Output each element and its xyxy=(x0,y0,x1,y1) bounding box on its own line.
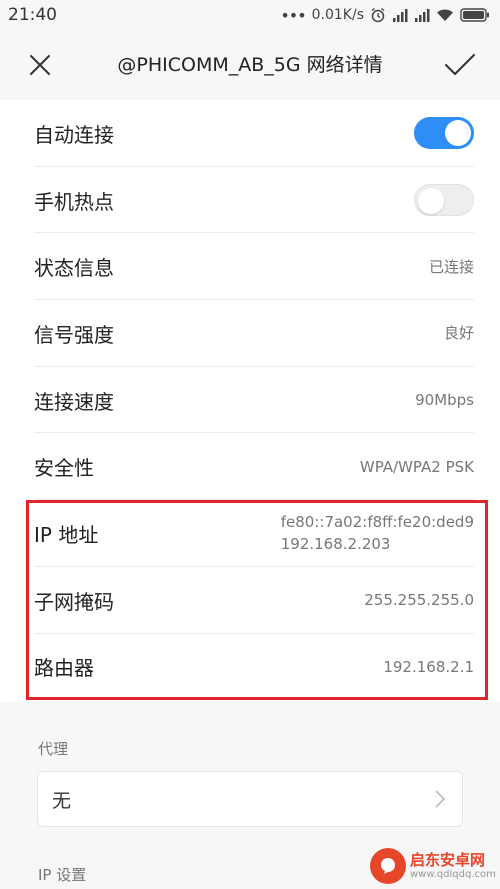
router-value: 192.168.2.1 xyxy=(383,657,474,676)
status-value: 已连接 xyxy=(428,257,474,276)
proxy-value: 无 xyxy=(52,789,72,812)
toggle-knob xyxy=(418,188,444,215)
ipv4-address: 192.168.2.203 xyxy=(280,535,391,554)
toggle-knob xyxy=(445,120,471,147)
check-icon xyxy=(445,54,475,75)
network-details-list: 自动连接 手机热点 状态信息 已连接 信号强度 良好 连接速度 90Mbps 安… xyxy=(0,100,500,701)
security-value: WPA/WPA2 PSK xyxy=(359,457,474,476)
wifi-icon xyxy=(436,8,454,22)
battery-icon xyxy=(460,8,490,22)
ip-address-value: fe80::7a02:f8ff:fe20:ded9 192.168.2.203 xyxy=(281,511,474,555)
auto-connect-toggle[interactable] xyxy=(414,117,474,150)
ipv6-address: fe80::7a02:f8ff:fe20:ded9 xyxy=(280,513,474,532)
subnet-mask-value: 255.255.255.0 xyxy=(364,591,474,610)
watermark-logo-icon xyxy=(370,848,406,884)
title-bar: @PHICOMM_AB_5G 网络详情 xyxy=(0,30,500,100)
row-label: 安全性 xyxy=(34,456,94,481)
row-label: 状态信息 xyxy=(34,256,114,281)
status-time: 21:40 xyxy=(8,5,57,25)
row-label: IP 地址 xyxy=(34,522,99,547)
page-title: @PHICOMM_AB_5G 网络详情 xyxy=(117,54,383,76)
ip-settings-section-label: IP 设置 xyxy=(38,866,87,884)
row-label: 连接速度 xyxy=(34,389,114,414)
watermark-url: www.qdlqdq.com xyxy=(410,869,496,880)
row-label: 路由器 xyxy=(34,656,94,681)
watermark-title: 启东安卓网 xyxy=(410,851,486,869)
row-subnet-mask: 子网掩码 255.255.255.0 xyxy=(0,567,500,634)
row-signal-strength: 信号强度 良好 xyxy=(0,300,500,367)
row-ip-address: IP 地址 fe80::7a02:f8ff:fe20:ded9 192.168.… xyxy=(0,500,500,567)
row-status: 状态信息 已连接 xyxy=(0,233,500,300)
proxy-section-label: 代理 xyxy=(38,740,69,758)
row-hotspot[interactable]: 手机热点 xyxy=(0,167,500,234)
signal-icon xyxy=(414,8,430,22)
close-button[interactable] xyxy=(22,50,58,80)
close-icon xyxy=(30,55,50,75)
hotspot-toggle[interactable] xyxy=(414,184,474,217)
site-watermark: 启东安卓网 www.qdlqdq.com xyxy=(370,848,496,884)
row-router: 路由器 192.168.2.1 xyxy=(0,634,500,701)
proxy-select[interactable]: 无 xyxy=(37,771,463,827)
more-dots: ••• xyxy=(280,5,306,25)
confirm-button[interactable] xyxy=(440,50,480,80)
row-label: 子网掩码 xyxy=(34,589,114,614)
row-label: 手机热点 xyxy=(34,189,114,214)
row-label: 自动连接 xyxy=(34,122,114,147)
link-speed-value: 90Mbps xyxy=(415,391,474,410)
alarm-icon xyxy=(370,7,386,23)
row-security: 安全性 WPA/WPA2 PSK xyxy=(0,433,500,500)
status-bar: 21:40 ••• 0.01K/s xyxy=(0,0,500,30)
row-auto-connect[interactable]: 自动连接 xyxy=(0,100,500,167)
chevron-right-icon xyxy=(435,790,446,808)
row-link-speed: 连接速度 90Mbps xyxy=(0,367,500,434)
row-label: 信号强度 xyxy=(34,322,114,347)
network-speed: 0.01K/s xyxy=(311,7,364,23)
signal-strength-value: 良好 xyxy=(443,324,474,343)
signal-icon xyxy=(392,8,408,22)
status-icons: ••• 0.01K/s xyxy=(280,6,490,25)
